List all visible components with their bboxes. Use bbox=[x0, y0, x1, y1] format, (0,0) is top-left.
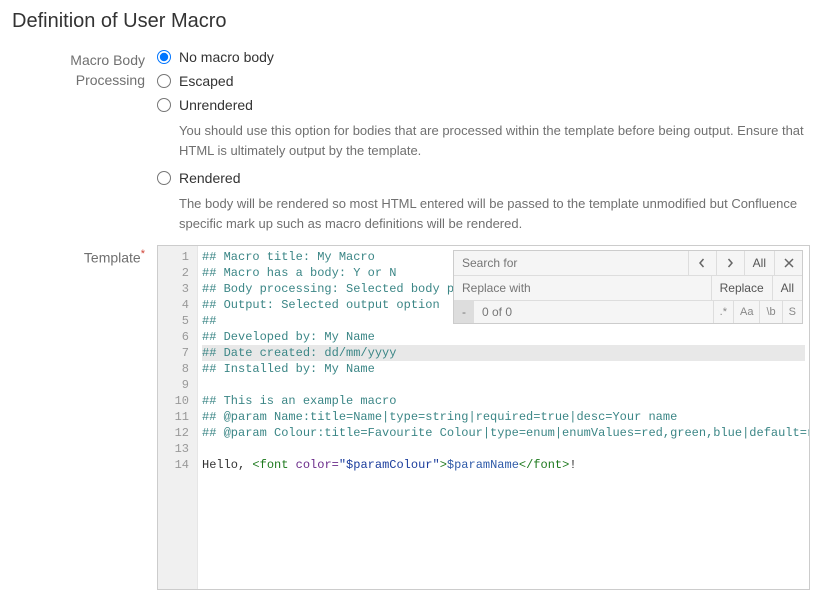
radio-escaped[interactable] bbox=[157, 74, 171, 88]
replace-all-button[interactable]: All bbox=[772, 276, 802, 300]
search-input[interactable] bbox=[454, 251, 688, 275]
gutter-line: 3 bbox=[158, 281, 197, 297]
search-close-button[interactable] bbox=[774, 251, 802, 275]
toggle-regex-button[interactable]: .* bbox=[713, 301, 733, 323]
template-label: Template* bbox=[12, 245, 157, 590]
gutter-line: 4 bbox=[158, 297, 197, 313]
search-prev-button[interactable] bbox=[688, 251, 716, 275]
search-next-button[interactable] bbox=[716, 251, 744, 275]
radio-no-body-label: No macro body bbox=[179, 49, 274, 65]
radio-unrendered[interactable] bbox=[157, 98, 171, 112]
gutter-line: 11 bbox=[158, 409, 197, 425]
toggle-word-button[interactable]: \b bbox=[759, 301, 781, 323]
code-line[interactable]: ## Date created: dd/mm/yyyy bbox=[202, 345, 805, 361]
radio-rendered[interactable] bbox=[157, 171, 171, 185]
gutter-line: 5 bbox=[158, 313, 197, 329]
code-editor[interactable]: 1234567891011121314 ## Macro title: My M… bbox=[157, 245, 810, 590]
radio-no-body[interactable] bbox=[157, 50, 171, 64]
search-status: - 0 of 0 bbox=[454, 301, 713, 323]
gutter-line: 9 bbox=[158, 377, 197, 393]
editor-gutter: 1234567891011121314 bbox=[158, 246, 198, 589]
gutter-line: 6 bbox=[158, 329, 197, 345]
code-line[interactable]: ## Developed by: My Name bbox=[202, 329, 805, 345]
code-line[interactable]: ## This is an example macro bbox=[202, 393, 805, 409]
search-all-button[interactable]: All bbox=[744, 251, 774, 275]
code-line[interactable] bbox=[202, 377, 805, 393]
gutter-line: 8 bbox=[158, 361, 197, 377]
code-line[interactable]: Hello, <font color="$paramColour">$param… bbox=[202, 457, 805, 473]
replace-button[interactable]: Replace bbox=[711, 276, 772, 300]
macro-body-label: Macro Body Processing bbox=[12, 49, 157, 243]
code-line[interactable]: ## @param Name:title=Name|type=string|re… bbox=[202, 409, 805, 425]
toggle-case-button[interactable]: Aa bbox=[733, 301, 759, 323]
gutter-line: 10 bbox=[158, 393, 197, 409]
toggle-selection-button[interactable]: S bbox=[782, 301, 802, 323]
template-field: Template* 1234567891011121314 ## Macro t… bbox=[12, 245, 810, 590]
gutter-line: 13 bbox=[158, 441, 197, 457]
code-line[interactable]: ## Installed by: My Name bbox=[202, 361, 805, 377]
chevron-left-icon bbox=[697, 258, 707, 268]
gutter-line: 1 bbox=[158, 249, 197, 265]
code-line[interactable] bbox=[202, 441, 805, 457]
radio-unrendered-label: Unrendered bbox=[179, 97, 253, 113]
page-heading: Definition of User Macro bbox=[12, 10, 810, 33]
gutter-line: 12 bbox=[158, 425, 197, 441]
gutter-line: 7 bbox=[158, 345, 197, 361]
close-icon bbox=[784, 258, 794, 268]
radio-escaped-label: Escaped bbox=[179, 73, 233, 89]
replace-input[interactable] bbox=[454, 276, 711, 300]
unrendered-desc: You should use this option for bodies th… bbox=[179, 121, 810, 160]
chevron-right-icon bbox=[725, 258, 735, 268]
gutter-line: 2 bbox=[158, 265, 197, 281]
radio-rendered-label: Rendered bbox=[179, 170, 241, 186]
rendered-desc: The body will be rendered so most HTML e… bbox=[179, 194, 810, 233]
macro-body-field: Macro Body Processing No macro body Esca… bbox=[12, 49, 810, 243]
search-replace-panel: All Replace All - 0 of 0 .* Aa bbox=[453, 250, 803, 324]
code-line[interactable]: ## @param Colour:title=Favourite Colour|… bbox=[202, 425, 805, 441]
gutter-line: 14 bbox=[158, 457, 197, 473]
